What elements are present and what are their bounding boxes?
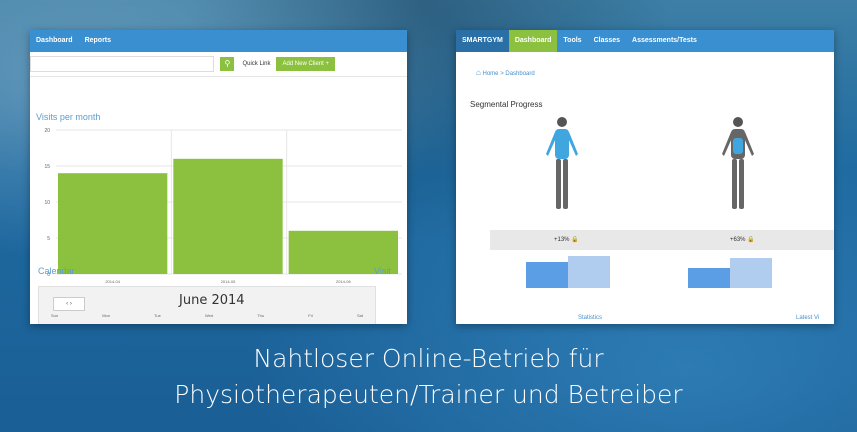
x-tick-label: 2014-05 [221,279,236,284]
weekday: Thu [257,313,265,318]
body-figure-icon [546,117,578,209]
calendar-title: Calendar [38,266,75,276]
calendar-nav-buttons[interactable]: ‹ › [53,297,85,311]
calendar-weekdays: Sun Mon Tue Wed Thu Fri Sat [51,313,363,318]
top-nav: Dashboard Reports [30,30,407,52]
stat-value: +13% 🔒 [554,230,579,250]
stats-row: +13% 🔒 +63% 🔒 [490,230,834,250]
nav-item-dashboard[interactable]: Dashboard [508,30,558,52]
breadcrumb: ⌂ Home > Dashboard [476,68,535,77]
y-tick-label: 10 [44,200,50,206]
nav-item-tools[interactable]: Tools [557,30,587,52]
search-icon: ⚲ [224,59,231,68]
nav-item-assessments[interactable]: Assessments/Tests [626,30,703,52]
visits-bar-chart: 051015202014-04 2014-05 2014-06 [44,128,402,284]
progress-bar-before [688,268,730,288]
toolbar: ⚲ Quick Link Add New Client + [30,52,407,77]
y-tick-label: 15 [44,164,50,170]
breadcrumb-text[interactable]: Home > Dashboard [483,71,535,77]
brand-logo[interactable]: SMARTGYM [456,30,509,52]
weekday: Tue [154,313,161,318]
body-figure-icon [722,117,754,209]
segmental-progress-title: Segmental Progress [470,100,543,109]
home-icon[interactable]: ⌂ [476,68,481,77]
search-button[interactable]: ⚲ [220,57,235,71]
lock-icon: 🔒 [747,237,755,243]
progress-bar-after [568,256,610,288]
add-client-button[interactable]: Add New Client + [276,57,335,71]
x-tick-label: 2014-06 [336,279,351,284]
quick-link-label[interactable]: Quick Link [242,61,270,67]
weekday: Fri [308,313,313,318]
calendar: ‹ › June 2014 Sun Mon Tue Wed Thu Fri Sa… [38,286,376,324]
dashboard-screenshot-right: SMARTGYM Dashboard Tools Classes Assessm… [456,30,834,324]
progress-bar-before [526,262,568,288]
x-tick-label: 2014-04 [105,279,120,284]
top-nav: SMARTGYM Dashboard Tools Classes Assessm… [456,30,834,52]
search-input[interactable] [30,56,215,72]
weekday: Sat [356,313,363,318]
caption-line-1: Nahtloser Online-Betrieb für [253,344,604,373]
stat-value: +63% 🔒 [730,230,755,250]
nav-item-classes[interactable]: Classes [588,30,626,52]
y-tick-label: 5 [47,236,50,242]
bar [58,173,168,274]
dashboard-screenshot-left: Dashboard Reports ⚲ Quick Link Add New C… [30,30,407,324]
caption-line-2: Physiotherapeuten/Trainer und Betreiber [174,380,683,409]
stat-text: +63% [730,237,746,243]
chart-title: Visits per month [36,112,101,122]
bar [173,158,283,274]
calendar-month: June 2014 [179,293,245,308]
progress-bar-after [730,258,772,288]
lock-icon: 🔒 [571,237,579,243]
weekday: Mon [102,313,110,318]
nav-item-reports[interactable]: Reports [79,30,117,52]
statistics-label: Statistics [578,315,603,321]
weekday: Sun [51,313,59,318]
y-tick-label: 20 [44,128,50,134]
latest-visits-label: Latest Vi [796,315,820,321]
stat-text: +13% [554,237,570,243]
visits-side-label: Visit [374,266,391,276]
weekday: Wed [204,313,214,318]
nav-item-dashboard[interactable]: Dashboard [30,30,79,52]
